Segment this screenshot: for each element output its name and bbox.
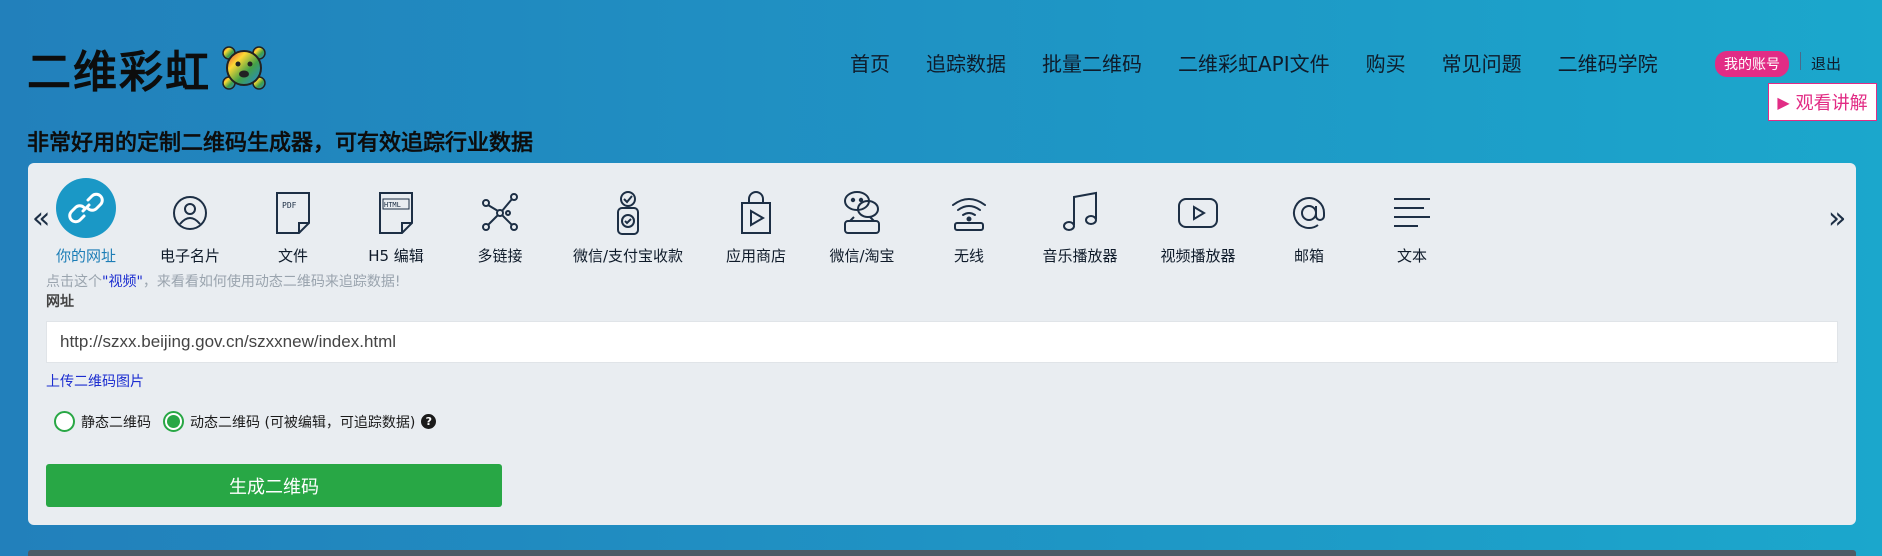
pdf-file-icon: PDF — [276, 192, 310, 234]
nav-qr-academy[interactable]: 二维码学院 — [1558, 48, 1658, 77]
dynamic-qr-label: 动态二维码 (可被编辑，可追踪数据) — [190, 414, 416, 431]
my-account-button[interactable]: 我的账号 — [1715, 51, 1789, 77]
text-icon — [1394, 198, 1430, 227]
play-icon: ▶ — [1777, 92, 1790, 112]
bottom-panel-edge — [28, 550, 1856, 556]
qr-type-options: 静态二维码 动态二维码 (可被编辑，可追踪数据) ? — [54, 411, 437, 432]
brand-name: 二维彩虹 — [27, 47, 211, 98]
dynamic-qr-radio[interactable] — [163, 411, 184, 432]
person-icon — [173, 196, 207, 230]
payment-icon — [617, 191, 639, 235]
help-icon[interactable]: ? — [421, 414, 437, 429]
url-label: 网址 — [46, 294, 74, 310]
divider — [1800, 52, 1801, 70]
tab-label: 多链接 — [477, 247, 523, 265]
chevron-right-icon[interactable]: » — [1828, 201, 1846, 236]
tab-text[interactable]: 文本 — [1342, 189, 1482, 266]
generate-qr-button[interactable]: 生成二维码 — [46, 464, 502, 507]
wechat-icon — [844, 191, 880, 234]
at-icon — [1293, 197, 1325, 229]
logout-link[interactable]: 退出 — [1811, 53, 1841, 74]
static-qr-radio[interactable] — [54, 411, 75, 432]
video-icon — [1178, 198, 1218, 228]
logo[interactable]: 二维彩虹 — [27, 36, 267, 100]
network-icon — [482, 193, 518, 231]
music-icon — [1063, 191, 1097, 231]
tab-payment[interactable]: 微信/支付宝收款 — [558, 189, 698, 266]
url-input[interactable] — [46, 321, 1838, 363]
app-store-icon — [741, 191, 771, 234]
upload-qr-link[interactable]: 上传二维码图片 — [46, 371, 144, 391]
nav-tracking-data[interactable]: 追踪数据 — [926, 48, 1006, 77]
svg-text:HTML: HTML — [384, 201, 401, 209]
wifi-icon — [952, 198, 986, 231]
watch-tutorial-button[interactable]: ▶ 观看讲解 — [1768, 83, 1877, 121]
tab-multi-link[interactable]: 多链接 — [430, 189, 570, 266]
page-tagline: 非常好用的定制二维码生成器，可有效追踪行业数据 — [27, 131, 534, 156]
nav-buy[interactable]: 购买 — [1366, 48, 1406, 77]
main-nav: 首页 追踪数据 批量二维码 二维彩虹API文件 购买 常见问题 二维码学院 — [850, 48, 1694, 77]
nav-faq[interactable]: 常见问题 — [1442, 48, 1522, 77]
nav-batch-qr[interactable]: 批量二维码 — [1042, 48, 1142, 77]
hint-prefix: 点击这个 — [46, 274, 102, 290]
video-hint-link[interactable]: "视频" — [102, 274, 143, 290]
hint-suffix: ，来看看如何使用动态二维码来追踪数据! — [142, 274, 401, 290]
video-hint: 点击这个"视频"，来看看如何使用动态二维码来追踪数据! — [46, 271, 401, 291]
rainbow-bear-logo — [222, 46, 266, 90]
svg-text:PDF: PDF — [282, 201, 297, 210]
watch-tutorial-label: 观看讲解 — [1795, 93, 1868, 114]
generator-panel: « » 你的网址 电子名片 PDF 文件 HTML H5 编辑 多链接 微信/支… — [28, 163, 1856, 525]
link-icon — [68, 192, 104, 224]
static-qr-label: 静态二维码 — [81, 414, 151, 431]
tab-label: 微信/支付宝收款 — [572, 247, 684, 265]
nav-api-docs[interactable]: 二维彩虹API文件 — [1178, 48, 1330, 77]
html-file-icon: HTML — [379, 192, 413, 234]
tab-label: 文本 — [1396, 247, 1427, 265]
nav-home[interactable]: 首页 — [850, 48, 890, 77]
